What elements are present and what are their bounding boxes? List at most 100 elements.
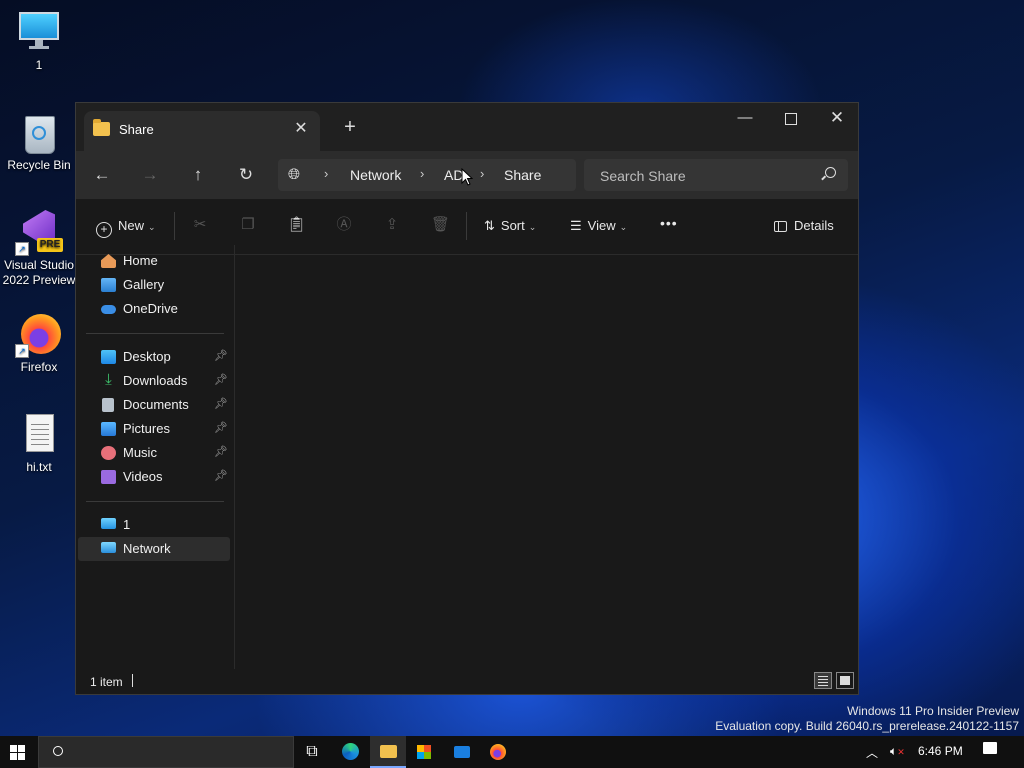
firefox-icon: ↗	[15, 312, 61, 358]
taskbar-search-box[interactable]	[38, 736, 294, 768]
monitor-icon	[17, 10, 61, 54]
new-tab-button[interactable]: +	[338, 116, 362, 140]
back-arrow-icon[interactable]: ←	[88, 163, 116, 187]
toolbar-divider	[466, 212, 467, 240]
desktop-folder-icon	[101, 350, 116, 364]
chevron-down-icon: ⌄	[148, 222, 156, 232]
share-icon[interactable]: ⇪	[383, 216, 401, 234]
rename-icon[interactable]: Ⓐ	[335, 216, 353, 234]
view-button[interactable]: ☰ View ⌄	[570, 218, 627, 234]
sidebar-item-downloads[interactable]: ⤓ Downloads 📌︎	[78, 369, 230, 393]
firefox-icon[interactable]	[480, 736, 516, 768]
title-bar: Share ✕ + — ✕	[76, 103, 858, 151]
pin-icon[interactable]: 📌︎	[214, 445, 228, 458]
maximize-button[interactable]	[768, 103, 814, 135]
search-icon	[53, 746, 63, 756]
mail-icon[interactable]	[444, 736, 480, 768]
desktop-icon-pc[interactable]: 1	[0, 10, 78, 73]
paste-icon[interactable]: 📋︎	[287, 216, 306, 234]
delete-icon[interactable]: 🗑︎	[431, 216, 450, 234]
chevron-up-icon[interactable]: ︿	[866, 744, 878, 761]
details-label: Details	[794, 218, 834, 233]
edge-icon[interactable]	[332, 736, 368, 768]
desktop-icon-label: Firefox	[20, 360, 58, 374]
network-icon	[101, 542, 116, 553]
sidebar-item-pictures[interactable]: Pictures 📌︎	[78, 417, 230, 441]
minimize-button[interactable]: —	[722, 103, 768, 135]
pin-icon[interactable]: 📌︎	[214, 349, 228, 362]
tab-share[interactable]: Share ✕	[84, 111, 320, 151]
sidebar-item-music[interactable]: Music 📌︎	[78, 441, 230, 465]
pictures-icon	[101, 422, 116, 436]
sidebar-item-home[interactable]: Home	[78, 249, 230, 273]
gallery-icon	[101, 278, 116, 292]
sidebar-item-videos[interactable]: Videos 📌︎	[78, 465, 230, 489]
view-label: View	[587, 218, 616, 233]
search-box[interactable]	[584, 159, 848, 191]
folder-icon	[93, 119, 110, 136]
sidebar-item-this-pc[interactable]: 1	[78, 513, 230, 537]
desktop-icon-firefox[interactable]: ↗ Firefox	[0, 312, 78, 375]
new-label: New	[118, 218, 145, 233]
recycle-bin-icon	[17, 110, 61, 154]
pre-badge: PRE	[37, 238, 63, 252]
details-view-icon[interactable]	[814, 672, 832, 689]
sort-icon: ⇅	[484, 218, 495, 233]
view-lines-icon: ☰	[570, 218, 582, 233]
copy-icon[interactable]: ❐	[239, 216, 257, 234]
forward-arrow-icon[interactable]: →	[136, 163, 164, 187]
details-pane-button[interactable]: Details	[774, 218, 834, 233]
visual-studio-icon: PRE ↗	[15, 210, 63, 256]
new-button[interactable]: + New ⌄	[96, 218, 156, 238]
address-bar[interactable]: 🌐︎ › Network › AD › Share	[278, 159, 576, 191]
watermark-build: Evaluation copy. Build 26040.rs_prerelea…	[715, 719, 1019, 733]
watermark-edition: Windows 11 Pro Insider Preview	[847, 704, 1019, 718]
breadcrumb-share[interactable]: Share	[504, 167, 541, 183]
windows-start-icon[interactable]	[10, 745, 25, 760]
sort-label: Sort	[500, 218, 525, 233]
search-input[interactable]	[598, 165, 812, 187]
store-icon[interactable]	[406, 736, 442, 768]
sidebar-item-network[interactable]: Network	[78, 537, 230, 561]
home-icon	[101, 254, 116, 268]
file-explorer-icon[interactable]	[370, 736, 406, 768]
close-tab-icon[interactable]: ✕	[290, 118, 312, 140]
chevron-down-icon: ⌄	[528, 222, 537, 232]
toolbar-divider	[174, 212, 175, 240]
sidebar-item-desktop[interactable]: Desktop 📌︎	[78, 345, 230, 369]
close-window-button[interactable]: ✕	[814, 103, 860, 135]
pin-icon[interactable]: 📌︎	[214, 373, 228, 386]
plus-circle-icon: +	[96, 222, 112, 238]
tiles-view-icon[interactable]	[836, 672, 854, 689]
file-list-area[interactable]	[235, 245, 858, 669]
sidebar-item-gallery[interactable]: Gallery	[78, 273, 230, 297]
sidebar-item-onedrive[interactable]: OneDrive	[78, 297, 230, 321]
desktop-icon-visual-studio[interactable]: PRE ↗ Visual Studio 2022 Preview	[0, 210, 78, 288]
search-icon	[825, 167, 836, 178]
pin-icon[interactable]: 📌︎	[214, 397, 228, 410]
sort-button[interactable]: ⇅ Sort ⌄	[484, 218, 536, 234]
pin-icon[interactable]: 📌︎	[214, 469, 228, 482]
sidebar-item-documents[interactable]: Documents 📌︎	[78, 393, 230, 417]
desktop-icon-hi-txt[interactable]: hi.txt	[0, 412, 78, 475]
task-view-icon[interactable]: ⧉	[294, 736, 330, 768]
chevron-right-icon: ›	[480, 166, 485, 181]
text-file-icon	[17, 412, 61, 456]
breadcrumb-network[interactable]: Network	[350, 167, 401, 183]
pin-icon[interactable]: 📌︎	[214, 421, 228, 434]
taskbar: ⧉ ︿ 🔈︎✕ 6:46 PM	[0, 736, 1024, 768]
sidebar-divider	[86, 501, 224, 502]
speaker-muted-icon[interactable]: 🔈︎✕	[890, 744, 905, 759]
status-bar: 1 item	[76, 668, 858, 694]
clock-time[interactable]: 6:46 PM	[918, 744, 963, 758]
documents-icon	[102, 398, 114, 412]
desktop-icon-label: Visual Studio 2022 Preview	[2, 258, 76, 287]
downloads-icon: ⤓	[105, 371, 112, 388]
notification-icon[interactable]	[983, 742, 997, 757]
refresh-icon[interactable]: ↻	[232, 163, 260, 187]
cut-icon[interactable]: ✂	[191, 216, 209, 234]
up-arrow-icon[interactable]: ↑	[184, 163, 212, 187]
desktop-icon-recycle-bin[interactable]: Recycle Bin	[0, 110, 78, 173]
see-more-button[interactable]: •••	[660, 215, 678, 231]
shortcut-arrow-icon: ↗	[15, 242, 29, 256]
